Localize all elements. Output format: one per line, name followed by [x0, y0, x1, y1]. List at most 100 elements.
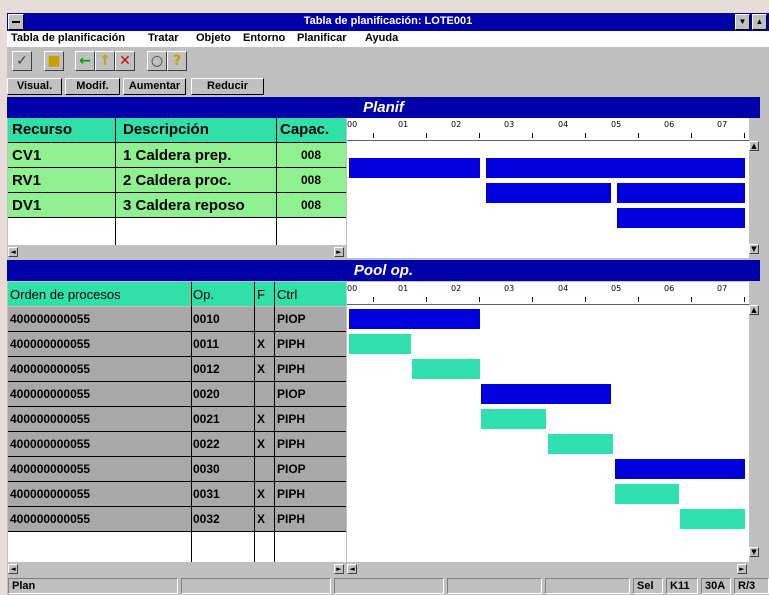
planif-table-hscroll[interactable]: ◄ ► — [8, 246, 346, 258]
scroll-left-icon[interactable]: ◄ — [8, 247, 18, 257]
help-icon[interactable]: ? — [167, 51, 187, 71]
aumentar-button[interactable]: Aumentar — [123, 78, 186, 95]
pool-row-orden[interactable]: 400000000055 — [8, 432, 191, 457]
action-buttons: Visual. Modif. Aumentar Reducir — [7, 77, 769, 95]
planif-bar-cv1-b[interactable] — [486, 158, 745, 178]
column-header-f[interactable]: F — [254, 282, 274, 306]
check-icon[interactable]: ✓ — [12, 51, 32, 71]
pool-row-orden[interactable]: 400000000055 — [8, 482, 191, 507]
planif-gantt-chart[interactable]: 00 01 02 03 04 05 06 07 — [347, 118, 749, 258]
tick-label: 03 — [504, 120, 515, 129]
column-header-capac[interactable]: Capac. — [276, 118, 346, 142]
pool-row-ctrl: PIPH — [274, 482, 346, 507]
tick-label: 05 — [611, 120, 622, 129]
pool-bar-0022[interactable] — [548, 434, 613, 454]
visual-button[interactable]: Visual. — [7, 78, 62, 95]
planif-empty-row — [8, 218, 346, 245]
pool-gantt-hscroll[interactable]: ◄ ► — [347, 563, 749, 575]
tick-label: 01 — [398, 120, 409, 129]
planif-gantt-vscroll[interactable]: ▲ ▼ — [749, 118, 760, 258]
back-arrow-icon[interactable]: ← — [75, 51, 95, 71]
column-header-orden[interactable]: Orden de procesos — [8, 282, 191, 306]
scroll-up-icon[interactable]: ▲ — [749, 305, 759, 315]
pool-bar-0020[interactable] — [481, 384, 611, 404]
pool-table-hscroll[interactable]: ◄ ► — [8, 563, 346, 575]
tick-label: 01 — [398, 284, 409, 293]
status-field — [181, 578, 331, 594]
menu-planificar[interactable]: Planificar — [297, 32, 347, 44]
cancel-icon[interactable]: ✕ — [115, 51, 135, 71]
pool-row-op: 0022 — [191, 432, 254, 457]
menu-tratar[interactable]: Tratar — [148, 32, 179, 44]
pool-row-orden[interactable]: 400000000055 — [8, 507, 191, 532]
resource-desc-dv1: 3 Caldera reposo — [115, 193, 276, 218]
pool-row-op: 0011 — [191, 332, 254, 357]
scroll-right-icon[interactable]: ► — [334, 564, 344, 574]
pool-vscroll[interactable] — [760, 260, 769, 577]
save-icon[interactable]: ■ — [44, 51, 64, 71]
pool-bar-0012[interactable] — [412, 359, 480, 379]
pool-bar-0010[interactable] — [349, 309, 480, 329]
planif-row-divider — [8, 142, 346, 143]
reducir-button[interactable]: Reducir — [191, 78, 264, 95]
tick-label: 04 — [558, 284, 569, 293]
window-title: Tabla de planificación: LOTE001 — [303, 15, 473, 27]
scroll-right-icon[interactable]: ► — [737, 564, 747, 574]
maximize-icon[interactable]: ▲ — [752, 14, 767, 30]
pool-bar-0031[interactable] — [615, 484, 679, 504]
planif-bar-dv1[interactable] — [617, 208, 745, 228]
planif-row-divider — [8, 192, 346, 193]
pool-row-f: X — [254, 357, 274, 382]
pool-row-orden[interactable]: 400000000055 — [8, 457, 191, 482]
planif-vscroll[interactable] — [760, 97, 769, 260]
resource-cv1[interactable]: CV1 — [8, 143, 115, 168]
menu-tabla[interactable]: Tabla de planificación — [11, 32, 125, 44]
pool-gantt-chart[interactable]: 00 01 02 03 04 05 06 07 — [347, 282, 749, 562]
pool-row-op: 0020 — [191, 382, 254, 407]
scroll-right-icon[interactable]: ► — [334, 247, 344, 257]
pool-row-f — [254, 382, 274, 407]
scroll-left-icon[interactable]: ◄ — [347, 564, 357, 574]
column-header-ctrl[interactable]: Ctrl — [274, 282, 346, 306]
scroll-down-icon[interactable]: ▼ — [749, 244, 759, 254]
ruler-baseline — [347, 140, 749, 141]
tick-mark — [585, 297, 586, 302]
column-header-op[interactable]: Op. — [191, 282, 254, 306]
tick-mark — [691, 297, 692, 302]
pool-row-ctrl: PIPH — [274, 432, 346, 457]
tick-mark — [426, 297, 427, 302]
pool-bar-0030[interactable] — [615, 459, 745, 479]
pool-bar-0032[interactable] — [680, 509, 745, 529]
scroll-up-icon[interactable]: ▲ — [749, 141, 759, 151]
pool-row-orden[interactable]: 400000000055 — [8, 407, 191, 432]
pool-bar-0011[interactable] — [349, 334, 411, 354]
modif-button[interactable]: Modif. — [65, 78, 120, 95]
planif-col-divider — [115, 118, 116, 245]
find-icon[interactable]: ○ — [147, 51, 167, 71]
minimize-icon[interactable]: ▼ — [735, 14, 750, 30]
pool-bar-0021[interactable] — [481, 409, 546, 429]
pool-row-ctrl: PIOP — [274, 307, 346, 332]
planif-bar-cv1-a[interactable] — [349, 158, 480, 178]
column-header-descripcion[interactable]: Descripción — [115, 118, 276, 142]
scroll-down-icon[interactable]: ▼ — [749, 547, 759, 557]
planif-bar-rv1-a[interactable] — [486, 183, 611, 203]
pool-row-orden[interactable]: 400000000055 — [8, 307, 191, 332]
pool-row-orden[interactable]: 400000000055 — [8, 382, 191, 407]
toolbar: ✓ ■ ← ↑ ✕ ○ ? — [7, 47, 769, 75]
pool-row-orden[interactable]: 400000000055 — [8, 332, 191, 357]
pool-time-ruler: 00 01 02 03 04 05 06 07 — [347, 282, 749, 304]
resource-dv1[interactable]: DV1 — [8, 193, 115, 218]
pool-row-orden[interactable]: 400000000055 — [8, 357, 191, 382]
menu-ayuda[interactable]: Ayuda — [365, 32, 398, 44]
scroll-left-icon[interactable]: ◄ — [8, 564, 18, 574]
pool-gantt-vscroll[interactable]: ▲ ▼ — [749, 282, 760, 562]
planif-bar-rv1-b[interactable] — [617, 183, 745, 203]
up-arrow-icon[interactable]: ↑ — [95, 51, 115, 71]
menu-entorno[interactable]: Entorno — [243, 32, 285, 44]
column-header-recurso[interactable]: Recurso — [8, 118, 115, 142]
status-field — [545, 578, 630, 594]
menu-objeto[interactable]: Objeto — [196, 32, 231, 44]
status-field — [334, 578, 444, 594]
resource-rv1[interactable]: RV1 — [8, 168, 115, 193]
